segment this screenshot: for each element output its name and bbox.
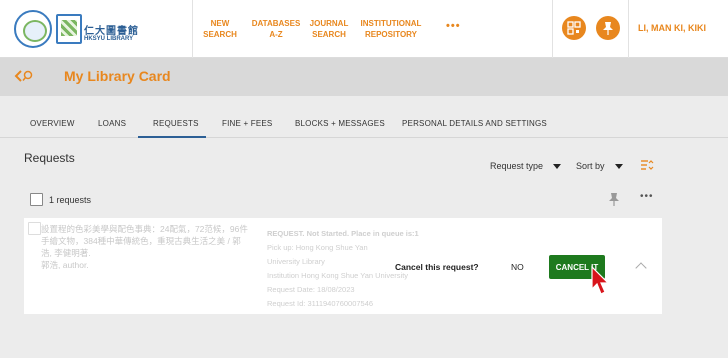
nav-databases[interactable]: DATABASES A-Z bbox=[250, 18, 302, 40]
page-title: My Library Card bbox=[64, 68, 171, 84]
library-logo[interactable]: 仁大圖書館 HKSYU LIBRARY bbox=[14, 8, 138, 50]
nav-label: INSTITUTIONAL bbox=[360, 19, 422, 28]
sort-order-icon[interactable] bbox=[640, 158, 654, 172]
qr-code-button[interactable] bbox=[562, 16, 586, 40]
request-type-dropdown[interactable]: Request type bbox=[490, 161, 562, 171]
nav-journal-search[interactable]: JOURNAL SEARCH bbox=[308, 18, 350, 40]
library-building-icon bbox=[56, 14, 82, 44]
request-count: 1 requests bbox=[49, 195, 92, 205]
nav-label: SEARCH bbox=[312, 30, 346, 39]
nav-label: NEW bbox=[210, 19, 230, 28]
logo-chinese-text: 仁大圖書館 bbox=[84, 26, 139, 37]
request-status: REQUEST. Not Started. Place in queue is:… bbox=[267, 229, 419, 238]
request-id: Request Id: 3111940760007546 bbox=[267, 299, 374, 308]
user-menu[interactable]: LI, MAN KI, KIKI bbox=[638, 23, 706, 33]
tab-bar: OVERVIEW LOANS REQUESTS FINE + FEES BLOC… bbox=[0, 96, 728, 138]
no-button[interactable]: NO bbox=[511, 262, 524, 272]
divider bbox=[192, 0, 193, 58]
pin-icon bbox=[603, 22, 613, 35]
nav-label: A-Z bbox=[269, 30, 283, 39]
more-options-icon[interactable]: ••• bbox=[640, 191, 654, 202]
request-title-text: 設置程的色彩美學與配色事典：24配氣，72范候，96件手繪文物，384種中華傳統… bbox=[41, 224, 248, 258]
tab-personal-details[interactable]: PERSONAL DETAILS AND SETTINGS bbox=[402, 119, 547, 128]
tab-loans[interactable]: LOANS bbox=[98, 119, 126, 128]
sort-by-dropdown[interactable]: Sort by bbox=[576, 161, 623, 171]
request-type-label: Request type bbox=[490, 161, 544, 171]
back-search-icon[interactable] bbox=[14, 68, 34, 84]
select-all-row: 1 requests ••• bbox=[24, 188, 664, 212]
active-tab-indicator bbox=[138, 136, 206, 138]
nav-label: DATABASES bbox=[251, 19, 301, 28]
more-menu-icon[interactable]: ••• bbox=[446, 20, 461, 32]
nav-label: SEARCH bbox=[203, 30, 237, 39]
request-date: Request Date: 18/08/2023 bbox=[267, 285, 355, 294]
divider bbox=[628, 0, 629, 58]
tab-fine-fees[interactable]: FINE + FEES bbox=[222, 119, 272, 128]
divider bbox=[552, 0, 553, 58]
qr-code-icon bbox=[567, 21, 581, 35]
caret-down-icon bbox=[614, 164, 623, 170]
mouse-cursor-icon bbox=[591, 265, 610, 295]
section-heading: Requests bbox=[24, 151, 75, 165]
title-band: My Library Card bbox=[0, 58, 728, 96]
cancel-confirm-question: Cancel this request? bbox=[395, 262, 479, 272]
tab-overview[interactable]: OVERVIEW bbox=[30, 119, 75, 128]
request-author: 郭浩, author. bbox=[41, 260, 89, 270]
nav-institutional-repository[interactable]: INSTITUTIONAL REPOSITORY bbox=[358, 18, 424, 40]
top-bar: 仁大圖書館 HKSYU LIBRARY NEW SEARCH DATABASES… bbox=[0, 0, 728, 58]
request-item-checkbox[interactable] bbox=[28, 222, 41, 235]
nav-new-search[interactable]: NEW SEARCH bbox=[200, 18, 240, 40]
request-item: 設置程的色彩美學與配色事典：24配氣，72范候，96件手繪文物，384種中華傳統… bbox=[24, 218, 662, 314]
request-title[interactable]: 設置程的色彩美學與配色事典：24配氣，72范候，96件手繪文物，384種中華傳統… bbox=[41, 223, 251, 271]
nav-label: JOURNAL bbox=[309, 19, 349, 28]
tab-blocks-messages[interactable]: BLOCKS + MESSAGES bbox=[295, 119, 385, 128]
pin-button[interactable] bbox=[596, 16, 620, 40]
sort-by-label: Sort by bbox=[576, 161, 605, 171]
chevron-up-icon[interactable] bbox=[635, 262, 647, 274]
university-seal-icon bbox=[14, 10, 52, 48]
nav-label: REPOSITORY bbox=[364, 30, 417, 39]
pin-icon[interactable] bbox=[608, 192, 620, 206]
logo-english-text: HKSYU LIBRARY bbox=[84, 36, 134, 42]
tab-requests[interactable]: REQUESTS bbox=[153, 119, 199, 128]
caret-down-icon bbox=[553, 164, 562, 170]
select-all-checkbox[interactable] bbox=[30, 193, 43, 206]
request-pickup: Pick up: Hong Kong Shue Yan bbox=[267, 243, 368, 252]
